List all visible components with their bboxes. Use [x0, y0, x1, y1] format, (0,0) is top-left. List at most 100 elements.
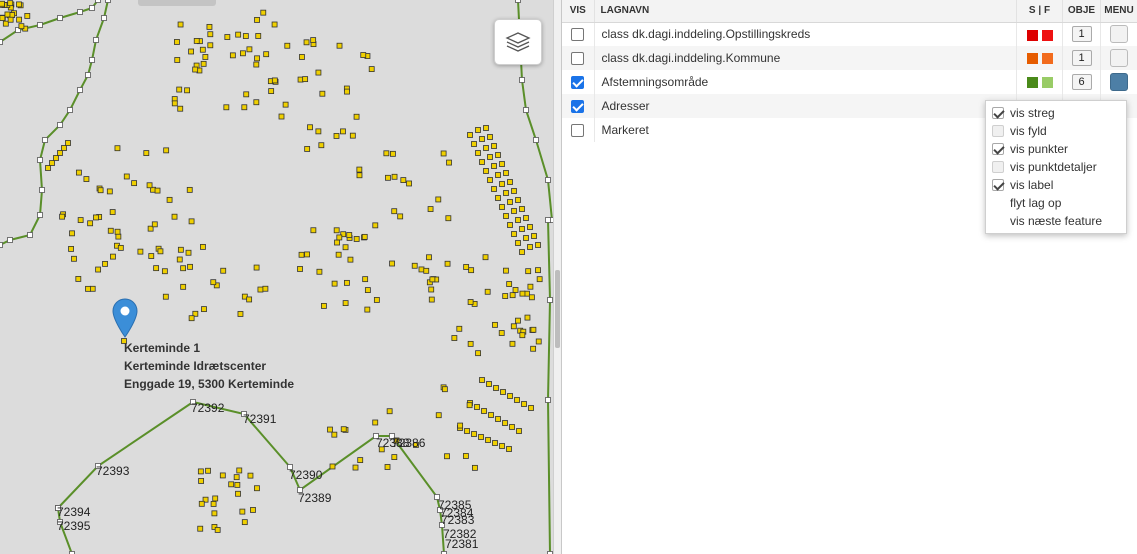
map-canvas[interactable]	[0, 0, 553, 554]
map-view[interactable]: Kerteminde 1 Kerteminde Idrætscenter Eng…	[0, 0, 553, 554]
address-point	[260, 9, 267, 16]
address-point	[163, 147, 170, 154]
object-count-button[interactable]: 6	[1071, 74, 1092, 90]
popup-option[interactable]: vis punkter	[986, 140, 1126, 158]
address-point	[509, 292, 516, 299]
object-count-button[interactable]: 1	[1071, 26, 1092, 43]
boundary-vertex	[57, 122, 63, 128]
popup-option-checkbox[interactable]	[992, 161, 1004, 173]
address-point	[352, 464, 359, 471]
popup-option-checkbox[interactable]	[992, 179, 1004, 191]
address-point	[241, 519, 248, 526]
address-point	[220, 267, 227, 274]
boundary-vertex	[533, 137, 539, 143]
address-point	[59, 213, 66, 220]
address-point	[210, 279, 217, 286]
polygon-label: 72391	[243, 412, 277, 426]
stroke-color-swatch[interactable]	[1026, 29, 1038, 41]
address-point	[333, 133, 340, 139]
popup-option[interactable]: vis fyld	[986, 122, 1126, 140]
layer-menu-button[interactable]	[1110, 49, 1128, 67]
address-point	[356, 172, 363, 179]
address-point	[200, 243, 206, 250]
address-point	[463, 264, 470, 270]
stroke-color-swatch[interactable]	[1026, 77, 1038, 89]
popup-option-checkbox[interactable]	[992, 125, 1004, 137]
fill-color-swatch[interactable]	[1041, 53, 1053, 65]
address-point	[444, 453, 450, 460]
address-point	[406, 180, 412, 187]
popup-option[interactable]: vis label	[986, 176, 1126, 194]
address-point	[462, 453, 469, 459]
address-point	[68, 246, 74, 252]
boundary-vertex	[27, 232, 33, 238]
layer-visible-checkbox[interactable]	[571, 52, 585, 66]
boundary-vertex	[545, 177, 551, 183]
address-point	[510, 323, 517, 330]
district-boundary	[546, 219, 552, 554]
polygon-label: 72394	[57, 505, 91, 519]
address-point	[77, 217, 84, 223]
next-feature-action[interactable]: vis næste feature	[986, 212, 1126, 230]
address-point	[342, 300, 349, 306]
address-point	[297, 266, 303, 272]
address-point	[7, 16, 14, 23]
address-point	[207, 42, 214, 49]
address-point	[502, 293, 509, 299]
address-point	[435, 196, 442, 203]
layer-visible-checkbox[interactable]	[571, 28, 585, 42]
boundary-vertex	[37, 22, 43, 28]
popup-option-checkbox[interactable]	[992, 107, 1004, 119]
layer-menu-button[interactable]	[1110, 73, 1128, 91]
layer-switcher-button[interactable]	[494, 19, 542, 65]
address-point	[389, 260, 395, 267]
layer-visible-checkbox[interactable]	[571, 76, 585, 90]
address-point	[4, 11, 11, 18]
address-point	[483, 145, 489, 151]
stroke-color-swatch[interactable]	[1026, 53, 1038, 65]
address-point	[114, 228, 121, 235]
layer-visible-checkbox[interactable]	[571, 124, 585, 138]
popup-option-checkbox[interactable]	[992, 143, 1004, 155]
map-horizontal-scroll-thumb[interactable]	[138, 0, 216, 6]
address-point	[97, 187, 104, 194]
layer-menu-button[interactable]	[1110, 25, 1128, 44]
address-point	[384, 464, 391, 470]
fill-color-swatch[interactable]	[1041, 29, 1053, 41]
popup-option[interactable]: vis punktdetaljer	[986, 158, 1126, 176]
boundary-vertex	[39, 187, 45, 193]
address-point	[162, 293, 169, 300]
address-point	[131, 180, 138, 187]
address-point	[519, 249, 525, 255]
address-point	[307, 124, 313, 131]
address-point	[385, 174, 391, 181]
address-point	[123, 173, 130, 180]
map-marker-icon[interactable]	[112, 298, 138, 338]
polygon-label: 72383	[441, 513, 475, 527]
layers-icon	[505, 32, 531, 52]
fill-color-swatch[interactable]	[1041, 77, 1053, 89]
popup-option[interactable]: vis streg	[986, 104, 1126, 122]
layer-name: Markeret	[594, 118, 1017, 142]
object-count-button[interactable]: 1	[1071, 50, 1092, 66]
map-vertical-scroll-thumb[interactable]	[555, 270, 560, 348]
address-point	[372, 222, 379, 229]
address-point	[511, 208, 517, 214]
address-point	[18, 23, 25, 30]
address-point	[435, 412, 442, 419]
layer-visible-checkbox[interactable]	[571, 100, 585, 114]
move-layer-up-action[interactable]: flyt lag op	[986, 194, 1126, 212]
address-point	[319, 90, 326, 97]
address-point	[71, 255, 77, 262]
address-point	[349, 132, 356, 139]
address-point	[478, 434, 484, 440]
address-point	[315, 128, 322, 135]
address-label-line1: Kerteminde 1	[124, 341, 201, 355]
address-point	[177, 246, 184, 253]
address-point	[429, 276, 436, 283]
address-point	[186, 186, 193, 193]
map-vertical-scrollbar[interactable]	[553, 0, 561, 554]
address-point	[188, 315, 195, 322]
address-point	[253, 61, 260, 68]
layer-name: class dk.dagi.inddeling.Opstillingskreds	[594, 22, 1017, 46]
